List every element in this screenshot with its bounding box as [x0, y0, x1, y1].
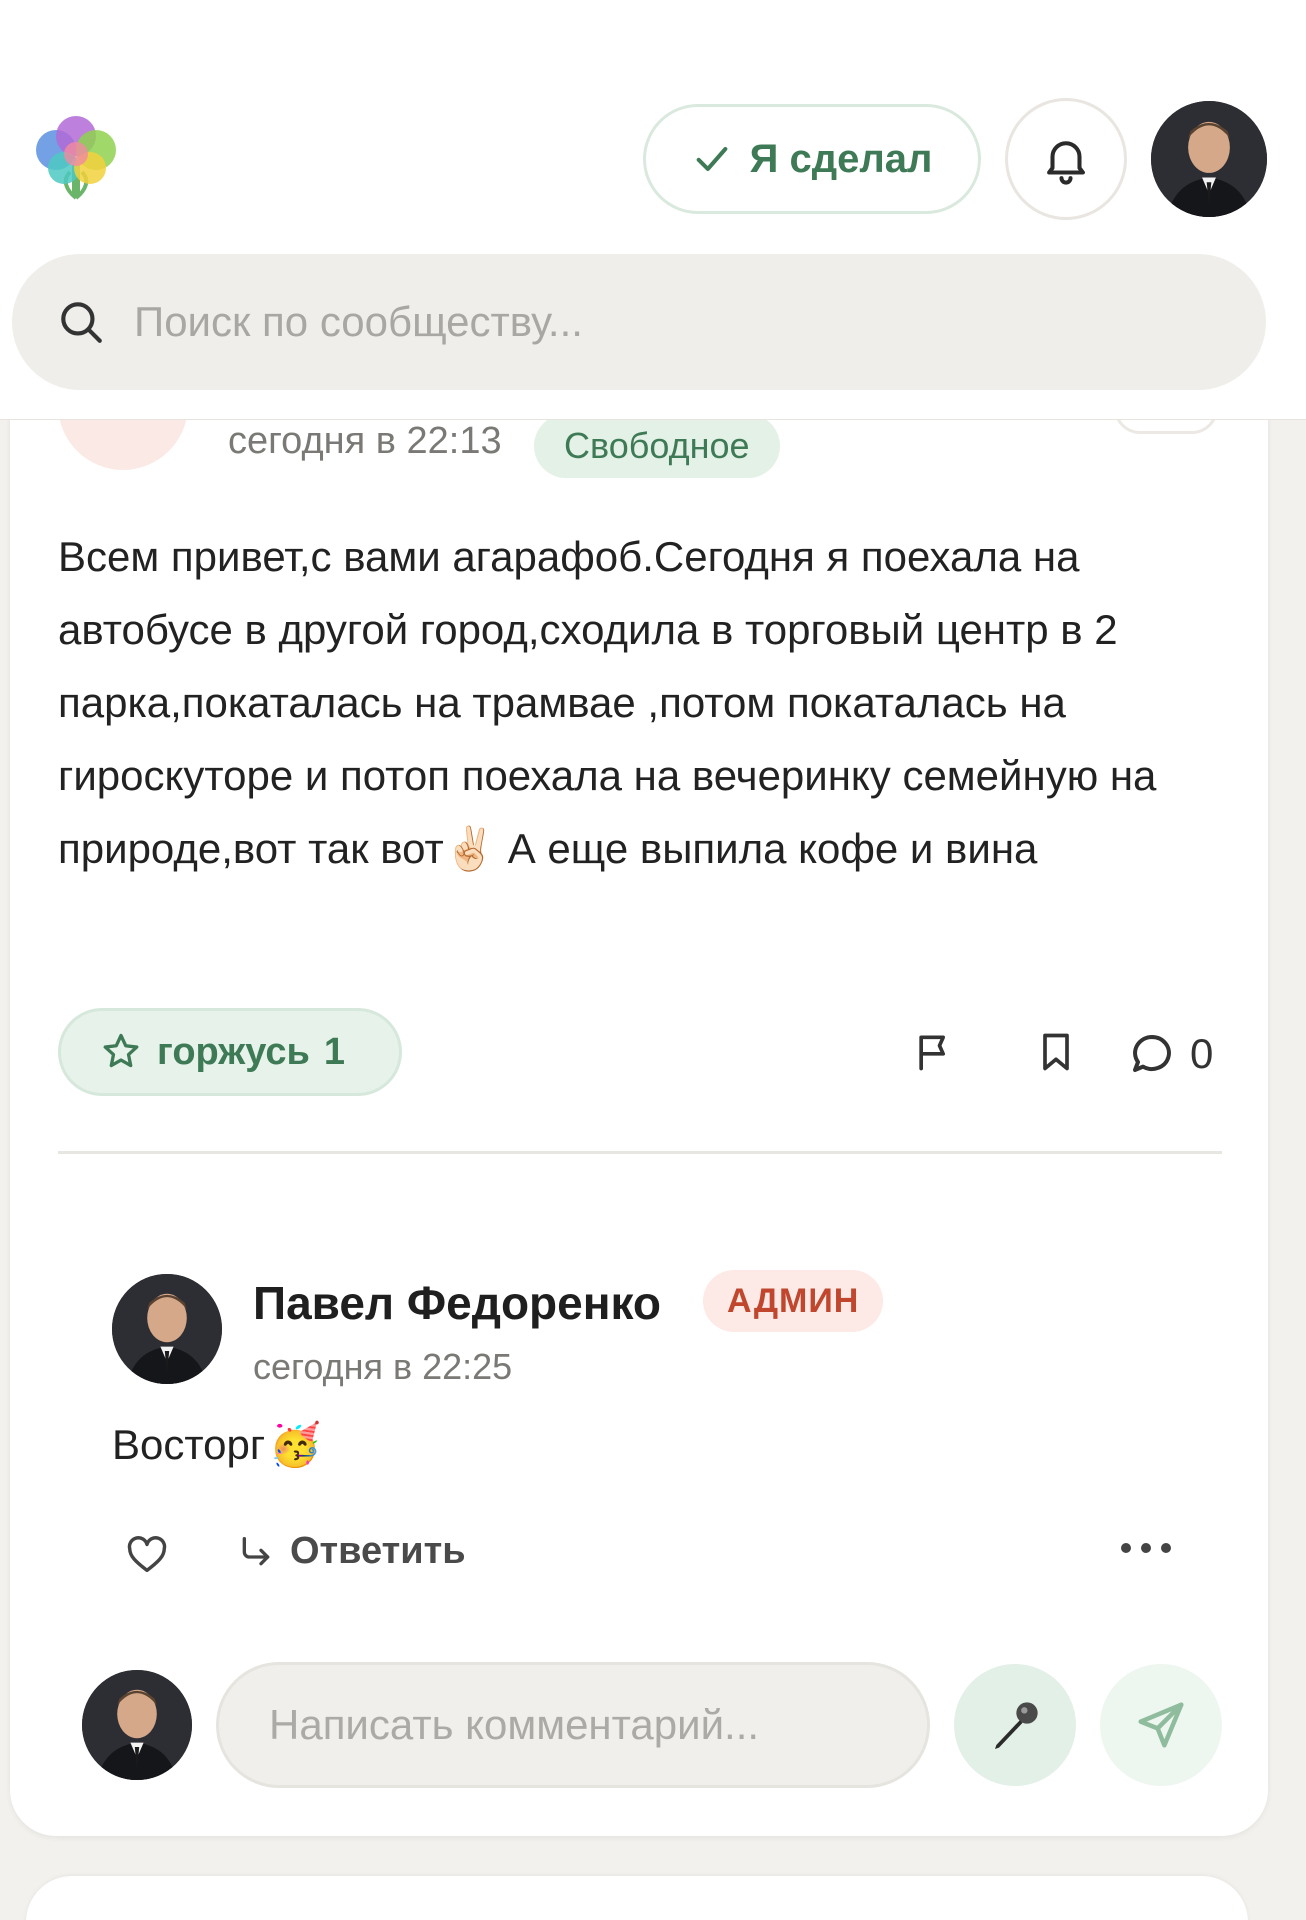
proud-count: 1 [323, 1030, 346, 1073]
category-tag[interactable]: Свободное [534, 414, 780, 478]
send-icon [1138, 1702, 1184, 1748]
i-did-it-button[interactable]: Я сделал [643, 104, 981, 214]
profile-avatar[interactable] [1151, 101, 1267, 217]
like-button[interactable] [124, 1532, 170, 1583]
more-dots-icon [1121, 1543, 1171, 1553]
reply-arrow-icon [242, 1536, 270, 1565]
reply-button[interactable]: Ответить [236, 1530, 466, 1573]
search-input[interactable] [134, 298, 1134, 346]
i-did-it-label: Я сделал [749, 136, 933, 181]
bookmark-icon [1043, 1033, 1069, 1071]
check-icon [696, 147, 727, 171]
comment-author-name[interactable]: Павел Федоренко [253, 1276, 661, 1330]
post-text-main: Всем привет,с вами агарафоб.Сегодня я по… [58, 533, 1157, 872]
comment-input[interactable] [216, 1662, 930, 1788]
comment-bubble-icon [1133, 1035, 1171, 1072]
report-button[interactable] [912, 1030, 956, 1074]
send-button[interactable] [1100, 1664, 1222, 1786]
comment-time: сегодня в 22:25 [253, 1346, 513, 1387]
post-text-tail: А еще выпила кофе и вина [496, 825, 1038, 872]
top-header: Я сделал [0, 0, 1306, 420]
microphone-icon [995, 1702, 1038, 1749]
comment-count: 0 [1190, 1030, 1214, 1077]
star-icon [103, 1033, 139, 1068]
logo-tree-icon[interactable] [26, 110, 126, 210]
partying-face-emoji: 🥳 [269, 1420, 322, 1469]
post-body: Всем привет,с вами агарафоб.Сегодня я по… [58, 520, 1238, 885]
reply-label: Ответить [290, 1530, 466, 1572]
bookmark-button[interactable] [1034, 1030, 1078, 1074]
victory-hand-emoji: ✌🏻 [443, 824, 497, 873]
composer-avatar [82, 1670, 192, 1780]
voice-message-button[interactable] [954, 1664, 1076, 1786]
comment-author-avatar[interactable] [112, 1274, 222, 1384]
comments-button[interactable]: 0 [1128, 1030, 1213, 1078]
admin-badge: АДМИН [703, 1270, 884, 1332]
proud-label: горжусь [157, 1030, 310, 1073]
bell-icon [1047, 141, 1085, 185]
heart-icon [127, 1536, 167, 1573]
search-bar[interactable] [12, 254, 1266, 390]
notifications-button[interactable] [1005, 98, 1127, 220]
flag-icon [919, 1035, 945, 1071]
comment-body: Восторг 🥳 [112, 1420, 321, 1470]
divider [58, 1151, 1222, 1154]
search-icon [61, 302, 102, 343]
proud-button[interactable]: горжусь 1 [58, 1008, 402, 1096]
post-time: сегодня в 22:13 [228, 420, 502, 462]
next-post-card [26, 1876, 1248, 1920]
comment-text: Восторг [112, 1421, 266, 1468]
comment-more-button[interactable] [1118, 1538, 1174, 1563]
